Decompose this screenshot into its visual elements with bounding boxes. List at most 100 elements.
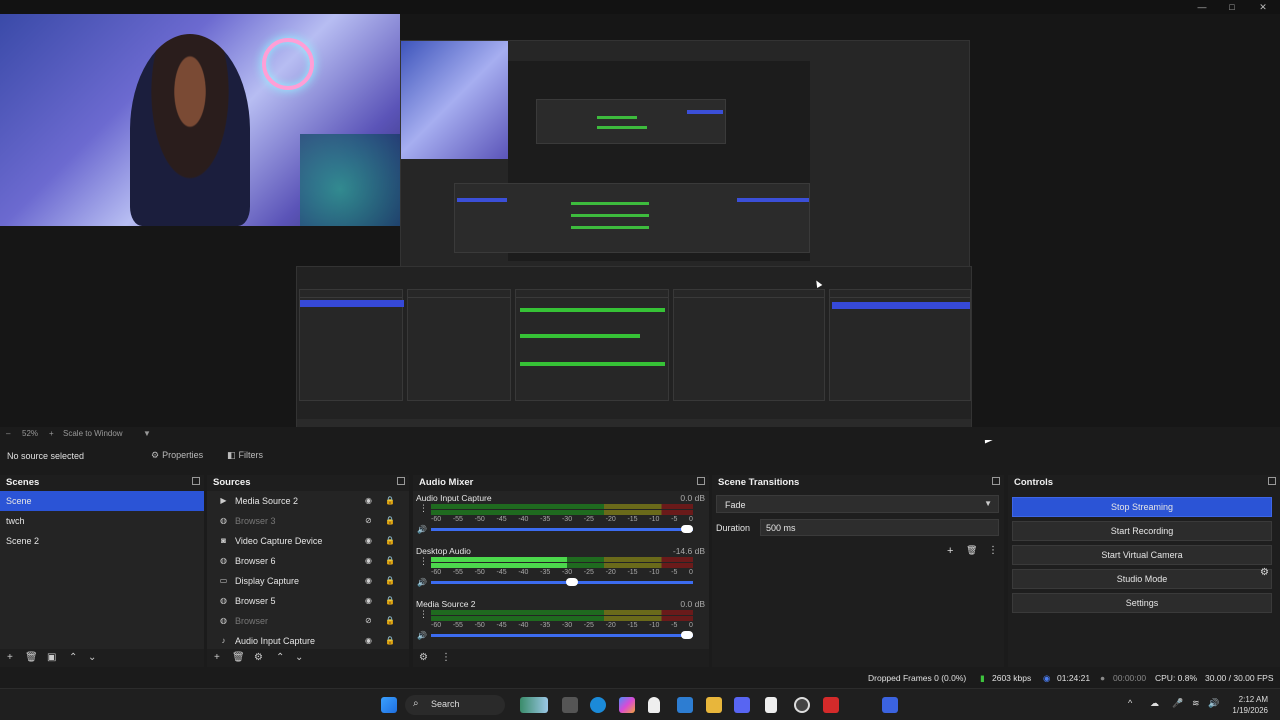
move-up-button[interactable]: ⌃ [69, 652, 77, 663]
copilot-icon[interactable] [619, 697, 635, 713]
remove-source-button[interactable]: 🗑 [232, 652, 245, 663]
undock-icon[interactable] [1268, 477, 1276, 485]
scene-item[interactable]: Scene [0, 491, 204, 511]
move-down-button[interactable]: ⌄ [88, 652, 96, 663]
source-item[interactable]: ◍ Browser ⊘ 🔒 [207, 611, 409, 631]
add-scene-button[interactable]: + [7, 652, 13, 663]
volume-speaker-icon[interactable]: 🔊 [417, 578, 427, 587]
volume-knob[interactable] [565, 578, 578, 586]
lock-icon[interactable]: 🔒 [385, 536, 395, 545]
tray-chevron-icon[interactable]: ^ [1128, 698, 1132, 708]
maps-icon[interactable] [648, 697, 660, 713]
volume-speaker-icon[interactable]: 🔊 [417, 525, 427, 534]
close-button[interactable]: ✕ [1256, 1, 1270, 13]
start-recording-button[interactable]: Start Recording [1012, 521, 1272, 541]
scene-item[interactable]: Scene 2 [0, 531, 204, 551]
file-explorer-icon[interactable] [706, 697, 722, 713]
discord-icon[interactable] [734, 697, 750, 713]
mixer-menu-icon[interactable]: ⋮ [441, 652, 451, 663]
virtual-camera-settings-icon[interactable]: ⚙ [1260, 567, 1269, 578]
scene-item[interactable]: twch [0, 511, 204, 531]
move-up-button[interactable]: ⌃ [276, 652, 284, 663]
visibility-eye-icon[interactable]: ⊘ [365, 616, 372, 625]
zoom-in-button[interactable]: + [49, 429, 54, 438]
transition-menu-icon[interactable]: ⋮ [988, 545, 998, 556]
start-virtual-camera-button[interactable]: Start Virtual Camera [1012, 545, 1272, 565]
scene-filters-button[interactable]: ▣ [47, 652, 56, 663]
source-item[interactable]: ▶ Media Source 2 ◉ 🔒 [207, 491, 409, 511]
clock[interactable]: 2:12 AM 1/19/2026 [1232, 694, 1268, 716]
minimize-button[interactable]: — [1195, 1, 1209, 13]
lock-icon[interactable]: 🔒 [385, 636, 395, 645]
visibility-eye-icon[interactable]: ◉ [365, 636, 372, 645]
source-properties-button[interactable]: ⚙ [254, 652, 263, 663]
source-item[interactable]: ◍ Browser 3 ⊘ 🔒 [207, 511, 409, 531]
visibility-eye-icon[interactable]: ◉ [365, 596, 372, 605]
undock-icon[interactable] [992, 477, 1000, 485]
stop-streaming-button[interactable]: Stop Streaming [1012, 497, 1272, 517]
source-item[interactable]: ◍ Browser 6 ◉ 🔒 [207, 551, 409, 571]
taskbar: ⌕ Search ^ ☁ 🎤 ≋ 🔊 2:12 AM 1/19/2026 [0, 688, 1280, 720]
add-transition-button[interactable]: + [947, 545, 953, 557]
channel-menu-icon[interactable]: ⋮ [419, 503, 428, 514]
volume-knob[interactable] [681, 631, 693, 639]
properties-button[interactable]: ⚙ Properties [151, 450, 203, 461]
store-icon[interactable] [677, 697, 693, 713]
visibility-eye-icon[interactable]: ◉ [365, 496, 372, 505]
preview-canvas[interactable] [0, 14, 1280, 434]
source-item[interactable]: ◍ Browser 5 ◉ 🔒 [207, 591, 409, 611]
studio-mode-button[interactable]: Studio Mode [1012, 569, 1272, 589]
duration-input[interactable]: 500 ms [760, 519, 999, 536]
remove-scene-button[interactable]: 🗑 [25, 652, 38, 663]
volume-knob[interactable] [681, 525, 693, 533]
visibility-eye-icon[interactable]: ◉ [365, 576, 372, 585]
tick-label: -35 [540, 516, 551, 523]
settings-button[interactable]: Settings [1012, 593, 1272, 613]
visibility-eye-icon[interactable]: ◉ [365, 556, 372, 565]
lock-icon[interactable]: 🔒 [385, 556, 395, 565]
filters-button[interactable]: ◧ Filters [227, 450, 263, 461]
volume-icon[interactable]: 🔊 [1208, 698, 1219, 709]
undock-icon[interactable] [192, 477, 200, 485]
undock-icon[interactable] [397, 477, 405, 485]
lock-icon[interactable]: 🔒 [385, 516, 395, 525]
lock-icon[interactable]: 🔒 [385, 576, 395, 585]
cloud-icon[interactable]: ☁ [1150, 698, 1159, 709]
channel-menu-icon[interactable]: ⋮ [419, 609, 428, 620]
lock-icon[interactable]: 🔒 [385, 616, 395, 625]
visibility-eye-icon[interactable]: ⊘ [365, 516, 372, 525]
lock-icon[interactable]: 🔒 [385, 496, 395, 505]
add-source-button[interactable]: + [214, 652, 220, 663]
zoom-mode[interactable]: Scale to Window [63, 429, 123, 438]
taskbar-search[interactable]: ⌕ Search [405, 695, 505, 715]
source-item[interactable]: ▭ Display Capture ◉ 🔒 [207, 571, 409, 591]
volume-speaker-icon[interactable]: 🔊 [417, 631, 427, 640]
move-down-button[interactable]: ⌄ [295, 652, 303, 663]
transition-select[interactable]: Fade ▼ [716, 495, 999, 513]
source-item[interactable]: ◙ Video Capture Device ◉ 🔒 [207, 531, 409, 551]
mixer-settings-icon[interactable]: ⚙ [419, 652, 428, 663]
channel-menu-icon[interactable]: ⋮ [419, 556, 428, 567]
maximize-button[interactable]: □ [1225, 1, 1239, 13]
task-view-icon[interactable] [562, 697, 578, 713]
lock-icon[interactable]: 🔒 [385, 596, 395, 605]
obs-icon[interactable] [794, 697, 810, 713]
volume-slider[interactable] [431, 578, 693, 586]
volume-slider[interactable] [431, 525, 693, 533]
document-icon[interactable] [765, 697, 777, 713]
undock-icon[interactable] [697, 477, 705, 485]
visibility-eye-icon[interactable]: ◉ [365, 536, 372, 545]
zoom-dropdown-icon[interactable]: ▼ [143, 429, 151, 438]
wifi-icon[interactable]: ≋ [1192, 698, 1200, 709]
windows-start-icon[interactable] [381, 697, 397, 713]
zoom-out-button[interactable]: – [6, 429, 10, 438]
source-item[interactable]: ♪ Audio Input Capture ◉ 🔒 [207, 631, 409, 649]
recorder-app-icon[interactable] [823, 697, 839, 713]
weather-widget-icon[interactable] [520, 697, 548, 713]
volume-slider[interactable] [431, 631, 693, 639]
mic-tray-icon[interactable]: 🎤 [1172, 698, 1183, 709]
remove-transition-button[interactable]: 🗑 [966, 545, 977, 556]
edge-browser-icon[interactable] [590, 697, 606, 713]
level-meter-right [431, 616, 693, 621]
chat-app-icon[interactable] [882, 697, 898, 713]
